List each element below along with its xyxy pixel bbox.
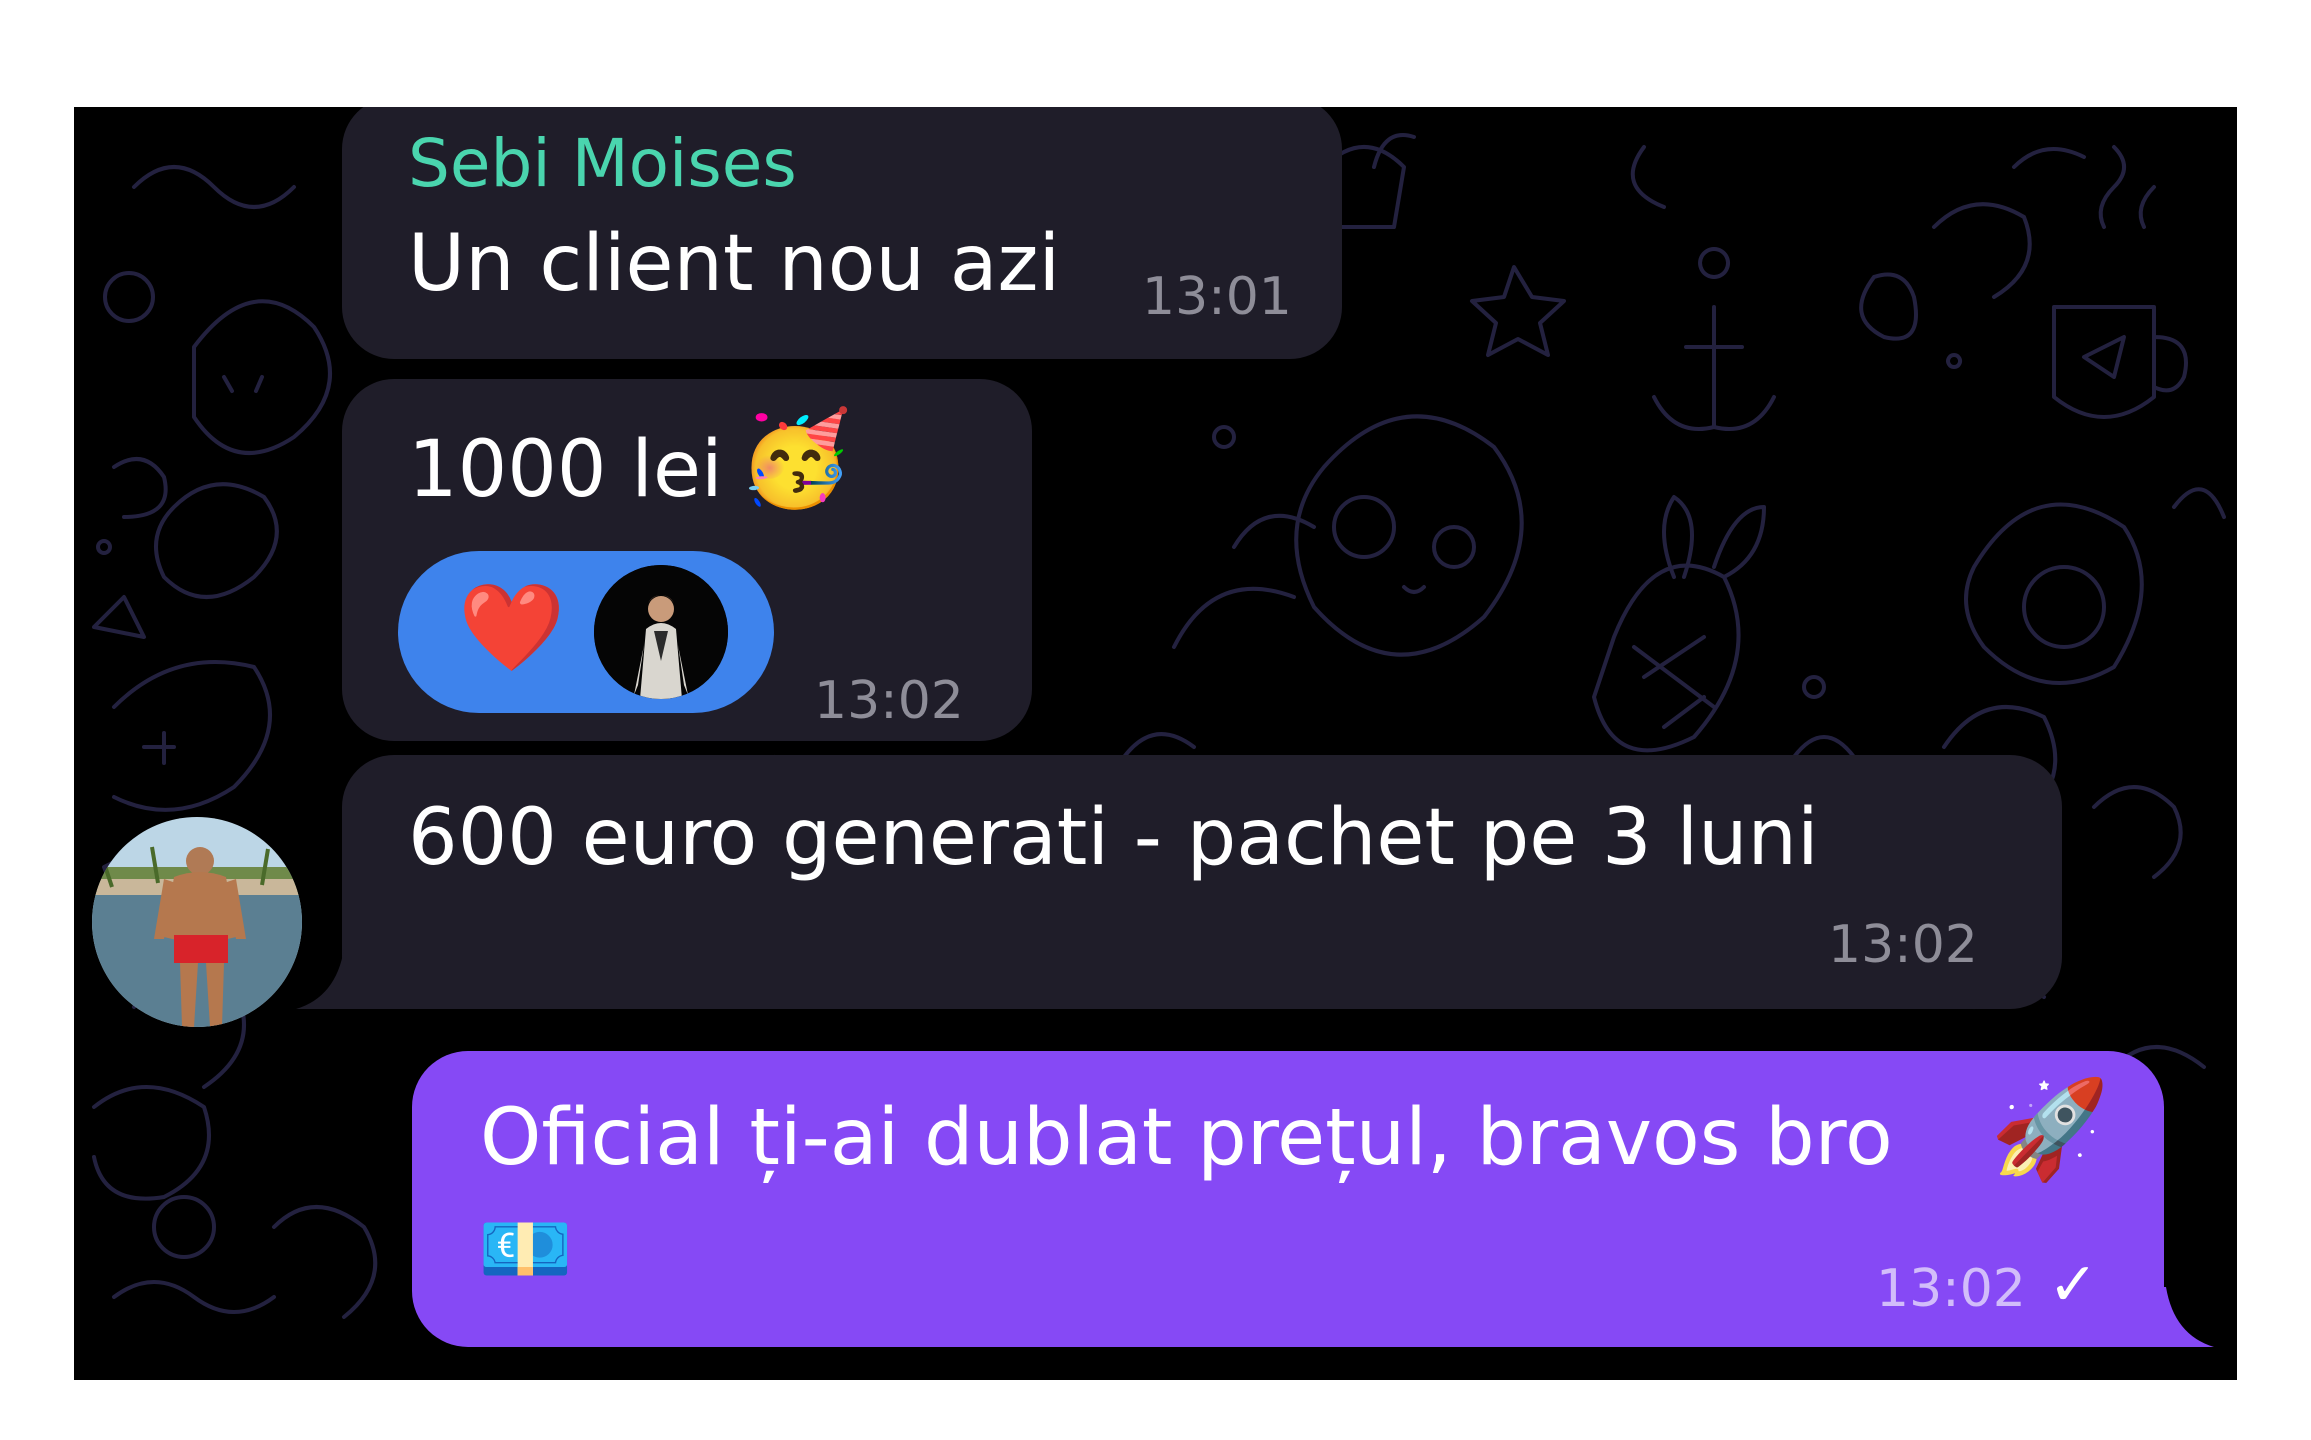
message-time: 13:02 bbox=[1828, 915, 1978, 975]
message-text: 600 euro generati - pachet pe 3 luni bbox=[408, 793, 1819, 883]
incoming-message-bubble[interactable]: Sebi Moises Un client nou azi 13:01 bbox=[342, 107, 1342, 359]
heart-emoji: ❤️ bbox=[458, 578, 566, 678]
rocket-emoji: 🚀 bbox=[1990, 1073, 2110, 1185]
incoming-message-bubble[interactable]: 600 euro generati - pachet pe 3 luni 13:… bbox=[342, 755, 2062, 1009]
message-text: 1000 lei bbox=[408, 425, 723, 515]
sender-avatar[interactable] bbox=[92, 817, 302, 1027]
euro-banknote-emoji: 💶 bbox=[478, 1204, 573, 1293]
outgoing-message-bubble[interactable]: Oficial ți-ai dublat prețul, bravos bro … bbox=[412, 1051, 2164, 1347]
message-time: 13:02 bbox=[814, 671, 964, 731]
party-face-emoji: 🥳 bbox=[738, 405, 853, 512]
reaction-pill[interactable]: ❤️ bbox=[398, 551, 774, 713]
sent-check-icon: ✓ bbox=[2048, 1250, 2099, 1320]
chat-area: Sebi Moises Un client nou azi 13:01 1000… bbox=[74, 107, 2237, 1380]
reactor-avatar[interactable] bbox=[594, 565, 728, 699]
man-in-suit-image bbox=[594, 565, 728, 699]
message-text: Oficial ți-ai dublat prețul, bravos bro bbox=[480, 1093, 1893, 1183]
incoming-message-bubble[interactable]: 1000 lei 🥳 ❤️ 13:02 bbox=[342, 379, 1032, 741]
sender-name[interactable]: Sebi Moises bbox=[408, 131, 797, 197]
bubble-tail bbox=[2144, 1287, 2214, 1347]
message-text: Un client nou azi bbox=[408, 219, 1061, 309]
man-at-beach-image bbox=[92, 817, 302, 1027]
bubble-tail bbox=[296, 949, 366, 1009]
message-time: 13:01 bbox=[1142, 267, 1292, 327]
message-time: 13:02 bbox=[1876, 1259, 2026, 1319]
